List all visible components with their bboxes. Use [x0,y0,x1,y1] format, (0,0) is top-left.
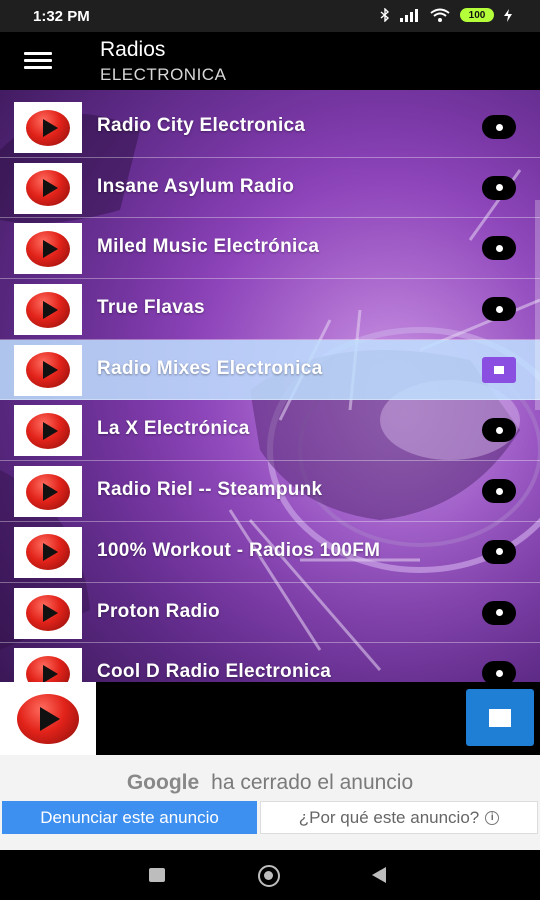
station-row[interactable]: Insane Asylum Radio [0,158,540,219]
station-thumbnail [14,587,82,639]
station-row-active[interactable]: Radio Mixes Electronica [0,339,540,401]
station-row[interactable]: Miled Music Electrónica [0,218,540,280]
station-thumbnail [14,102,82,153]
play-indicator-button[interactable] [482,115,516,139]
station-row[interactable]: La X Electrónica [0,400,540,462]
station-row[interactable]: Proton Radio [0,583,540,644]
station-name: Proton Radio [97,600,220,622]
station-list-container[interactable]: Radio City Electronica Insane Asylum Rad… [0,90,540,682]
play-indicator-button[interactable] [482,418,516,443]
google-logo: Google [126,771,200,794]
play-icon [26,170,70,207]
charging-icon [504,8,512,22]
play-icon [26,230,70,267]
station-row[interactable]: Cool D Radio Electronica [0,643,540,682]
page-title: Radios [100,38,166,61]
status-icons: 100 [380,8,512,22]
play-icon [26,412,70,449]
why-this-ad-label: ¿Por qué este anuncio? [298,807,480,827]
station-thumbnail [14,526,82,578]
play-indicator-button[interactable] [482,479,516,504]
station-list: Radio City Electronica Insane Asylum Rad… [0,97,540,682]
station-thumbnail [14,405,82,457]
status-time: 1:32 PM [33,8,90,25]
station-name: Miled Music Electrónica [97,236,320,258]
station-thumbnail [14,648,82,682]
station-name: Cool D Radio Electronica [97,661,332,682]
station-name: 100% Workout - Radios 100FM [97,539,381,561]
station-thumbnail [14,466,82,518]
signal-icon [400,8,418,22]
recents-icon[interactable] [149,868,165,882]
play-icon [17,693,79,744]
mini-player [0,682,540,755]
play-indicator-button[interactable] [482,600,516,625]
stop-button[interactable] [466,689,534,746]
station-row[interactable]: Radio Riel -- Steampunk [0,461,540,522]
station-row[interactable]: 100% Workout - Radios 100FM [0,522,540,583]
station-name: True Flavas [97,297,205,319]
stop-icon [489,708,511,727]
play-icon [26,473,70,510]
stop-icon[interactable] [482,356,516,383]
play-indicator-button[interactable] [482,661,516,682]
system-navigation-bar [0,850,540,900]
bluetooth-icon [380,8,390,22]
station-thumbnail [14,284,82,336]
station-row[interactable]: True Flavas [0,279,540,340]
home-icon[interactable] [258,865,280,887]
station-name: Radio Riel -- Steampunk [97,479,323,501]
play-icon [26,352,70,389]
ad-banner: Google ha cerrado el anuncio Denunciar es… [0,755,540,850]
menu-icon[interactable] [22,48,54,74]
why-this-ad-button[interactable]: ¿Por qué este anuncio? i [260,801,538,834]
play-icon [26,291,70,328]
info-icon: i [485,810,500,825]
page-subtitle: ELECTRONICA [100,65,227,84]
ad-closed-text: ha cerrado el anuncio [211,771,414,794]
wifi-icon [430,8,450,22]
play-icon [26,109,70,146]
app-bar: Radios ELECTRONICA [0,32,540,90]
now-playing-thumbnail[interactable] [0,682,96,755]
station-name: La X Electrónica [97,418,250,440]
play-indicator-button[interactable] [482,236,516,261]
ad-closed-message: Google ha cerrado el anuncio [0,771,540,795]
play-indicator-button[interactable] [482,539,516,564]
station-name: Radio Mixes Electronica [97,357,323,379]
report-ad-button[interactable]: Denunciar este anuncio [2,801,257,834]
station-name: Insane Asylum Radio [97,175,295,197]
station-thumbnail [14,344,82,396]
play-icon [26,534,70,571]
station-thumbnail [14,162,82,214]
station-thumbnail [14,223,82,275]
play-icon [26,655,70,682]
station-name: Radio City Electronica [97,115,306,136]
back-icon[interactable] [372,867,386,883]
play-indicator-button[interactable] [482,175,516,200]
play-indicator-button[interactable] [482,297,516,322]
scrollbar[interactable] [535,200,540,410]
status-bar: 1:32 PM 100 [0,0,540,32]
battery-icon: 100 [460,8,494,22]
station-row[interactable]: Radio City Electronica [0,97,540,158]
play-icon [26,595,70,631]
